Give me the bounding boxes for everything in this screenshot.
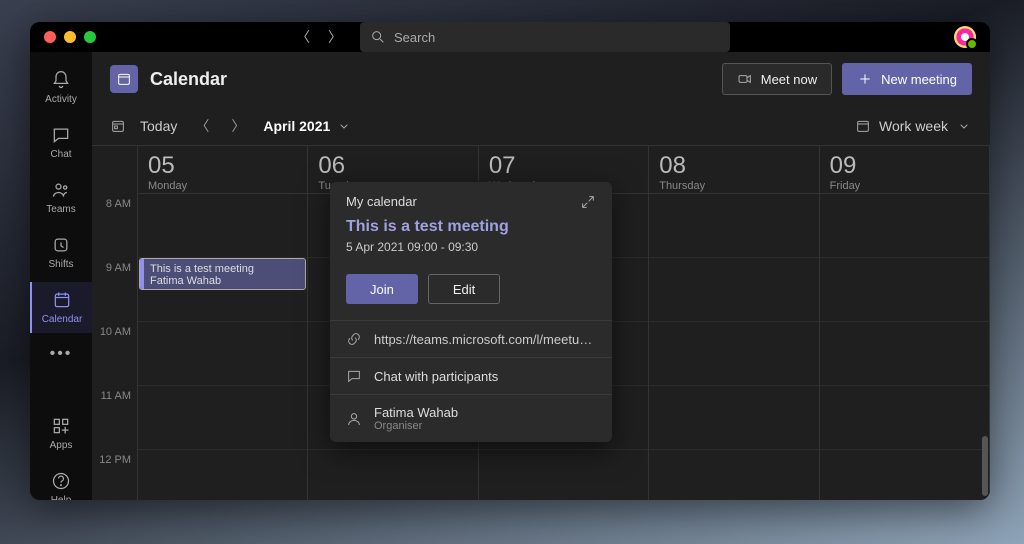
chevron-down-icon [956, 118, 972, 134]
day-column-mon[interactable]: 05Monday This is a test meeting Fatima W… [138, 146, 308, 500]
maximize-window-icon[interactable] [84, 31, 96, 43]
day-column-fri[interactable]: 09Friday [820, 146, 990, 500]
search-placeholder: Search [394, 30, 435, 45]
back-icon[interactable]: 〈 [296, 27, 310, 47]
rail-chat[interactable]: Chat [30, 117, 92, 168]
event-title: This is a test meeting [150, 263, 299, 275]
forward-icon[interactable]: 〉 [328, 27, 342, 47]
organizer-row: Fatima Wahab Organiser [330, 394, 612, 442]
rail-shifts[interactable]: Shifts [30, 227, 92, 278]
hour-label: 11 AM [92, 386, 137, 450]
app-window: 〈 〉 Search Activity Chat Teams S [30, 22, 990, 500]
help-icon [51, 471, 71, 491]
calendar-app-icon [110, 65, 138, 93]
bell-icon [51, 70, 71, 90]
today-icon [110, 118, 126, 134]
rail-more[interactable]: ••• [30, 337, 92, 371]
chat-participants-row[interactable]: Chat with participants [330, 357, 612, 394]
chat-icon [51, 125, 71, 145]
popover-title: This is a test meeting [346, 218, 509, 236]
link-icon [346, 331, 362, 347]
rail-calendar[interactable]: Calendar [30, 282, 92, 333]
avatar[interactable] [954, 26, 976, 48]
today-button[interactable]: Today [140, 118, 177, 134]
hour-label: 9 AM [92, 258, 137, 322]
hour-label: 10 AM [92, 322, 137, 386]
page-header: Calendar Meet now New meeting [92, 52, 990, 106]
event-popover: My calendar This is a test meeting 5 Apr… [330, 182, 612, 442]
month-picker[interactable]: April 2021 [263, 118, 352, 134]
popover-time: 5 Apr 2021 09:00 - 09:30 [330, 238, 612, 264]
expand-icon[interactable] [580, 194, 596, 210]
clock-icon [51, 235, 71, 255]
time-column: 8 AM 9 AM 10 AM 11 AM 12 PM [92, 146, 138, 500]
page-title: Calendar [150, 69, 227, 90]
organizer-role: Organiser [374, 420, 458, 432]
prev-week-icon[interactable]: 〈 [191, 112, 213, 140]
ellipsis-icon: ••• [50, 345, 73, 363]
person-icon [346, 411, 362, 427]
video-icon [737, 71, 753, 87]
next-week-icon[interactable]: 〉 [227, 112, 249, 140]
popover-calendar-name: My calendar [346, 194, 417, 210]
rail-help[interactable]: Help [30, 463, 92, 500]
hour-label: 12 PM [92, 450, 137, 500]
chat-icon [346, 368, 362, 384]
titlebar: 〈 〉 Search [30, 22, 990, 52]
teams-icon [51, 180, 71, 200]
meeting-link: https://teams.microsoft.com/l/meetup-joi… [374, 332, 596, 347]
apps-icon [51, 416, 71, 436]
hour-label: 8 AM [92, 194, 137, 258]
rail-activity[interactable]: Activity [30, 62, 92, 113]
search-input[interactable]: Search [360, 22, 730, 52]
app-rail: Activity Chat Teams Shifts Calendar ••• [30, 52, 92, 500]
chevron-down-icon [336, 118, 352, 134]
calendar-toolbar: Today 〈 〉 April 2021 Work week [92, 106, 990, 146]
meet-now-button[interactable]: Meet now [722, 63, 832, 95]
close-window-icon[interactable] [44, 31, 56, 43]
plus-icon [857, 71, 873, 87]
minimize-window-icon[interactable] [64, 31, 76, 43]
search-icon [370, 29, 386, 45]
rail-apps[interactable]: Apps [30, 408, 92, 459]
join-button[interactable]: Join [346, 274, 418, 304]
new-meeting-button[interactable]: New meeting [842, 63, 972, 95]
view-picker[interactable]: Work week [855, 118, 972, 134]
calendar-event[interactable]: This is a test meeting Fatima Wahab [140, 259, 305, 289]
view-icon [855, 118, 871, 134]
rail-teams[interactable]: Teams [30, 172, 92, 223]
calendar-icon [52, 290, 72, 310]
edit-button[interactable]: Edit [428, 274, 500, 304]
meeting-link-row[interactable]: https://teams.microsoft.com/l/meetup-joi… [330, 320, 612, 357]
window-controls [44, 31, 96, 43]
event-organizer: Fatima Wahab [150, 275, 299, 287]
organizer-name: Fatima Wahab [374, 405, 458, 420]
day-column-thu[interactable]: 08Thursday [649, 146, 819, 500]
nav-arrows: 〈 〉 [296, 27, 342, 47]
scrollbar[interactable] [982, 436, 988, 496]
